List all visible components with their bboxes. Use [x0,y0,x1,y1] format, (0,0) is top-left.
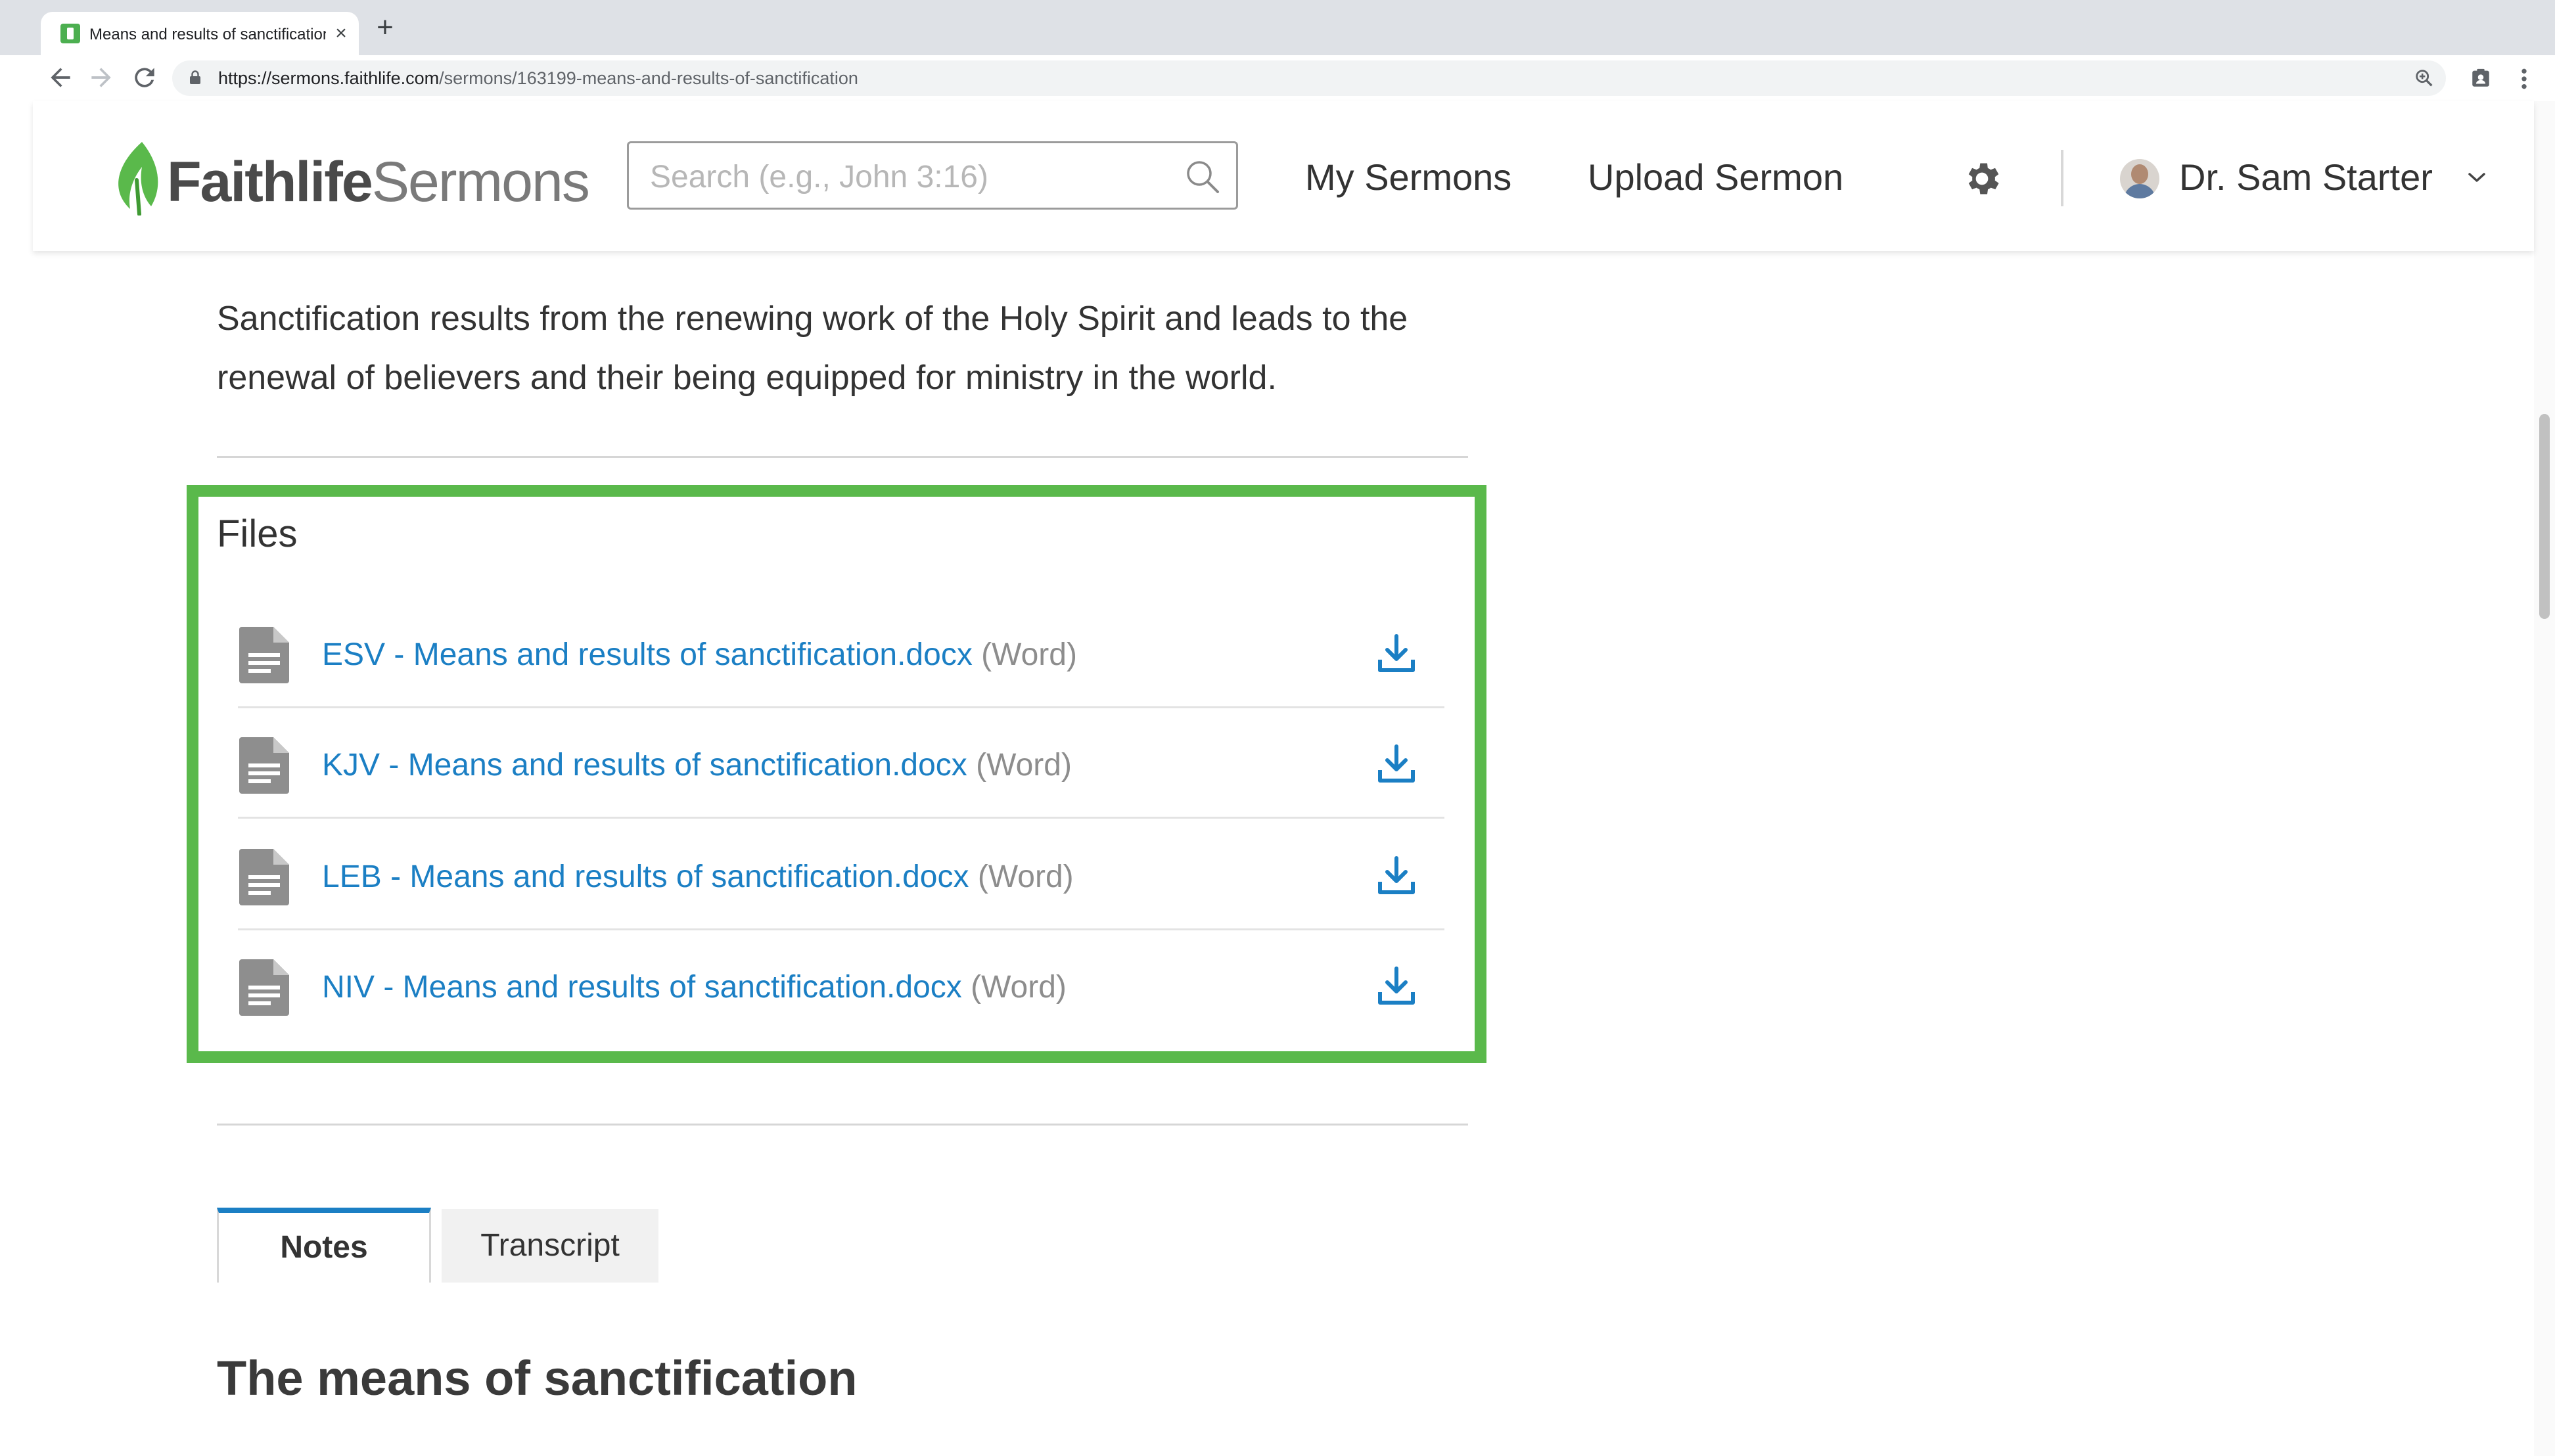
file-name[interactable]: KJV - Means and results of sanctificatio… [322,748,967,783]
logo-faithlife: Faithlife [167,150,373,214]
user-avatar[interactable] [2120,159,2159,198]
sermon-summary: Sanctification results from the renewing… [217,300,1408,397]
document-icon [239,737,289,794]
search-icon[interactable] [1184,158,1220,194]
file-row: KJV - Means and results of sanctificatio… [238,708,1444,819]
document-icon [239,627,289,683]
file-download-link[interactable]: NIV - Means and results of sanctificatio… [322,965,1067,1011]
divider [217,456,1468,458]
file-name[interactable]: ESV - Means and results of sanctificatio… [322,637,973,672]
file-row: ESV - Means and results of sanctificatio… [238,598,1444,708]
file-type: (Word) [976,748,1072,783]
lock-icon [190,70,200,84]
zoom-icon[interactable] [2413,67,2435,89]
file-row: LEB - Means and results of sanctificatio… [238,820,1444,930]
tab-transcript[interactable]: Transcript [442,1209,658,1283]
browser-tab[interactable]: Means and results of sanctification × [41,12,359,55]
browser-tabstrip: Means and results of sanctification × + [0,0,2555,55]
site-header: FaithlifeSermons My Sermons Upload Sermo… [33,101,2534,251]
sermon-search[interactable] [627,141,1238,210]
logo-wordmark: FaithlifeSermons [167,150,590,214]
reload-icon[interactable] [130,63,159,92]
file-row: NIV - Means and results of sanctificatio… [238,930,1444,1041]
url-host: https://sermons.faithlife.com [218,68,440,88]
document-icon [239,849,289,905]
user-menu-name[interactable]: Dr. Sam Starter [2179,156,2433,198]
file-download-link[interactable]: ESV - Means and results of sanctificatio… [322,632,1077,678]
nav-my-sermons[interactable]: My Sermons [1305,156,1511,198]
download-icon[interactable] [1375,965,1418,1008]
file-type: (Word) [971,970,1067,1005]
page-scrollbar-thumb[interactable] [2539,414,2550,619]
forward-arrow-icon[interactable] [87,63,116,92]
address-bar[interactable]: https://sermons.faithlife.com/sermons/16… [172,60,2446,96]
nav-upload-sermon[interactable]: Upload Sermon [1588,156,1843,198]
document-icon [239,959,289,1016]
browser-tab-title: Means and results of sanctification [89,26,326,43]
faithlife-leaf-icon [118,142,158,216]
file-name[interactable]: LEB - Means and results of sanctificatio… [322,859,969,894]
file-download-link[interactable]: LEB - Means and results of sanctificatio… [322,854,1074,900]
search-input[interactable] [649,156,1164,197]
download-icon[interactable] [1375,632,1418,675]
files-heading: Files [217,512,298,555]
faithlife-favicon-icon [60,24,80,43]
chevron-down-icon[interactable] [2467,170,2487,185]
file-type: (Word) [981,637,1077,672]
extension-icon[interactable] [2470,67,2492,89]
file-download-link[interactable]: KJV - Means and results of sanctificatio… [322,742,1072,788]
tab-notes[interactable]: Notes [217,1208,431,1283]
new-tab-button[interactable]: + [372,13,398,42]
logo-sermons: Sermons [371,150,590,214]
header-divider [2061,150,2063,206]
divider [217,1124,1468,1126]
download-icon[interactable] [1375,854,1418,898]
file-type: (Word) [977,859,1074,894]
url-text: https://sermons.faithlife.com/sermons/16… [218,67,858,89]
tab-close-icon[interactable]: × [330,21,352,46]
page-scrollbar[interactable] [2534,101,2555,1456]
download-icon[interactable] [1375,742,1418,786]
settings-gear-icon[interactable] [1961,158,2003,200]
url-path: /sermons/163199-means-and-results-of-san… [439,68,858,88]
file-name[interactable]: NIV - Means and results of sanctificatio… [322,970,962,1005]
row-separator [238,817,1444,819]
browser-menu-icon[interactable] [2514,66,2534,92]
browser-toolbar: https://sermons.faithlife.com/sermons/16… [0,55,2555,101]
back-arrow-icon[interactable] [46,63,75,92]
section-heading: The means of sanctification [217,1351,858,1405]
